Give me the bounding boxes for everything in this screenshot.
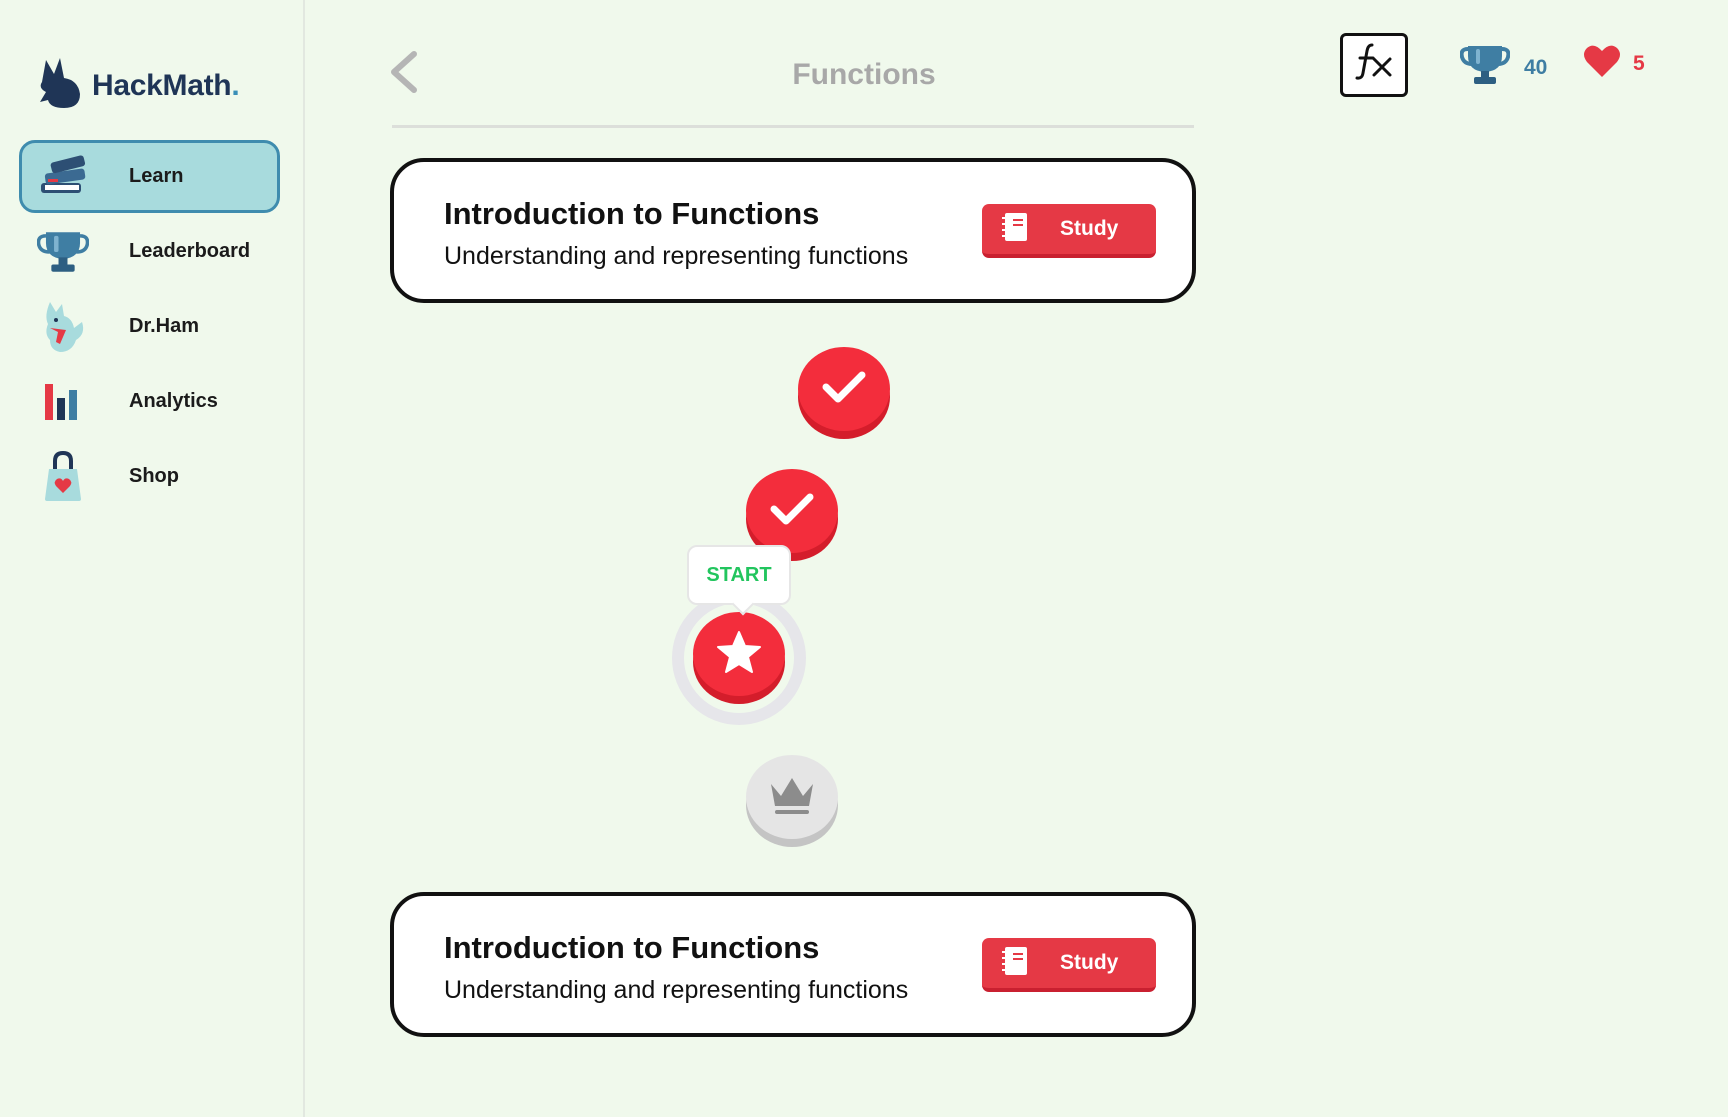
start-tooltip[interactable]: START xyxy=(687,545,791,605)
header-divider xyxy=(392,125,1194,128)
trophy-count: 40 xyxy=(1524,56,1548,79)
trophy-icon xyxy=(1459,44,1511,92)
notebook-icon xyxy=(1002,212,1028,247)
unit-subtitle: Understanding and representing functions xyxy=(444,242,909,270)
sidebar-item-learn[interactable]: Learn xyxy=(19,140,280,213)
sidebar-item-shop[interactable]: Shop xyxy=(19,440,280,513)
fox-logo-icon xyxy=(36,56,84,115)
sidebar-item-label: Dr.Ham xyxy=(129,315,200,337)
sidebar-nav: Learn Leaderboard Dr.Ham Analytics Shop xyxy=(19,140,280,515)
app-name: HackMath xyxy=(92,68,232,102)
crown-icon xyxy=(767,774,817,821)
sidebar-item-label: Leaderboard xyxy=(129,240,251,262)
trophy-counter[interactable]: 40 xyxy=(1459,44,1548,92)
lesson-node-locked[interactable] xyxy=(746,755,838,847)
trophy-icon xyxy=(37,226,89,278)
check-icon xyxy=(822,370,866,409)
formula-button[interactable] xyxy=(1340,33,1408,97)
star-icon xyxy=(716,630,762,679)
hearts-count: 5 xyxy=(1633,52,1645,75)
function-fx-icon xyxy=(1354,41,1394,90)
hamster-mascot-icon xyxy=(37,301,89,353)
hearts-counter[interactable]: 5 xyxy=(1583,44,1645,84)
page-title: Functions xyxy=(792,58,936,91)
sidebar-item-leaderboard[interactable]: Leaderboard xyxy=(19,215,280,288)
notebook-icon xyxy=(1002,946,1028,981)
study-button[interactable]: Study xyxy=(982,204,1156,258)
lesson-node-completed[interactable] xyxy=(798,347,890,439)
study-button-label: Study xyxy=(1060,951,1119,974)
unit-title: Introduction to Functions xyxy=(444,196,820,231)
bar-chart-icon xyxy=(37,376,89,428)
sidebar-item-label: Shop xyxy=(129,465,179,487)
unit-card: Introduction to Functions Understanding … xyxy=(390,158,1196,303)
sidebar: HackMath. Learn Leaderboard Dr.Ham Analy… xyxy=(0,0,305,1117)
sidebar-item-label: Learn xyxy=(129,165,184,187)
shopping-bag-icon xyxy=(37,450,89,503)
app-name-dot: . xyxy=(231,68,240,102)
unit-title: Introduction to Functions xyxy=(444,930,820,965)
study-button-label: Study xyxy=(1060,217,1119,240)
books-icon xyxy=(37,151,89,203)
lesson-node-current[interactable] xyxy=(693,612,785,704)
unit-subtitle: Understanding and representing functions xyxy=(444,976,909,1004)
check-icon xyxy=(770,492,814,531)
app-logo[interactable]: HackMath. xyxy=(36,56,240,115)
sidebar-item-label: Analytics xyxy=(129,390,218,412)
sidebar-item-drham[interactable]: Dr.Ham xyxy=(19,290,280,363)
unit-card: Introduction to Functions Understanding … xyxy=(390,892,1196,1037)
heart-icon xyxy=(1583,44,1621,84)
study-button[interactable]: Study xyxy=(982,938,1156,992)
sidebar-item-analytics[interactable]: Analytics xyxy=(19,365,280,438)
